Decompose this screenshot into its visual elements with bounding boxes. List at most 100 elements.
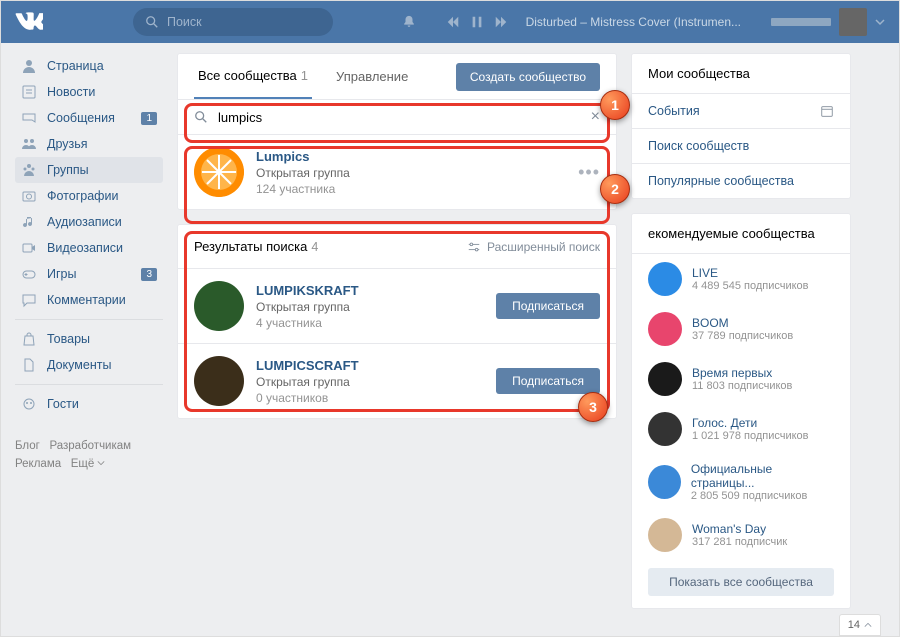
- sidebar-item-label: Сообщения: [47, 111, 115, 125]
- subscribe-button[interactable]: Подписаться: [496, 368, 600, 394]
- rec-item[interactable]: Официальные страницы... 2 805 509 подпис…: [632, 454, 850, 510]
- message-icon: [21, 110, 37, 126]
- sidebar-item-label: Новости: [47, 85, 95, 99]
- advanced-search-link[interactable]: Расширенный поиск: [467, 240, 600, 254]
- prev-icon[interactable]: [446, 15, 460, 29]
- rec-name: LIVE: [692, 266, 809, 280]
- bell-icon[interactable]: [402, 15, 416, 29]
- rec-item[interactable]: Голос. Дети 1 021 978 подписчиков: [632, 404, 850, 454]
- user-menu[interactable]: [771, 8, 885, 36]
- tab-manage[interactable]: Управление: [332, 54, 412, 99]
- aside-title: екомендуемые сообщества: [632, 214, 850, 254]
- rec-sub: 37 789 подписчиков: [692, 330, 793, 342]
- sidebar-item-news[interactable]: Новости: [15, 79, 163, 105]
- community-info: LUMPIKSKRAFT Открытая группа 4 участника: [256, 283, 484, 330]
- header-search[interactable]: Поиск: [133, 8, 333, 36]
- rec-avatar: [648, 412, 682, 446]
- community-avatar[interactable]: [194, 356, 244, 406]
- pill-count: 14: [848, 619, 860, 631]
- rec-item[interactable]: Время первых 11 803 подписчиков: [632, 354, 850, 404]
- community-name[interactable]: LUMPICSCRAFT: [256, 358, 484, 373]
- create-community-button[interactable]: Создать сообщество: [456, 63, 600, 91]
- subscribe-button[interactable]: Подписаться: [496, 293, 600, 319]
- sidebar-item-photos[interactable]: Фотографии: [15, 183, 163, 209]
- community-type: Открытая группа: [256, 166, 566, 180]
- games-icon: [21, 266, 37, 282]
- aside-link-events[interactable]: События: [632, 94, 850, 128]
- audio-icon: [21, 214, 37, 230]
- header-search-placeholder: Поиск: [167, 15, 202, 29]
- tabs: Все сообщества1 Управление Создать сообщ…: [178, 54, 616, 100]
- sidebar-item-messages[interactable]: Сообщения 1: [15, 105, 163, 131]
- footer-link[interactable]: Блог: [15, 440, 40, 452]
- more-icon[interactable]: •••: [578, 162, 600, 183]
- result-row: LUMPICSCRAFT Открытая группа 0 участнико…: [178, 343, 616, 418]
- sidebar-item-games[interactable]: Игры3: [15, 261, 163, 287]
- footer-link[interactable]: Реклама: [15, 458, 61, 470]
- rec-sub: 11 803 подписчиков: [692, 380, 792, 392]
- rec-sub: 4 489 545 подписчиков: [692, 280, 809, 292]
- bottom-bar: 14: [839, 614, 881, 636]
- rec-item[interactable]: LIVE 4 489 545 подписчиков: [632, 254, 850, 304]
- footer-link[interactable]: Ещё: [71, 458, 95, 470]
- sidebar-item-groups[interactable]: Группы: [15, 157, 163, 183]
- link-label: События: [648, 104, 700, 118]
- rec-sub: 2 805 509 подписчиков: [691, 490, 834, 502]
- community-info: LUMPICSCRAFT Открытая группа 0 участнико…: [256, 358, 484, 405]
- community-avatar[interactable]: [194, 281, 244, 331]
- advanced-label: Расширенный поиск: [487, 240, 600, 254]
- community-name[interactable]: Lumpics: [256, 149, 566, 164]
- search-icon: [194, 110, 208, 124]
- next-icon[interactable]: [494, 15, 508, 29]
- sidebar-item-video[interactable]: Видеозаписи: [15, 235, 163, 261]
- sidebar-item-page[interactable]: Страница: [15, 53, 163, 79]
- rec-sub: 1 021 978 подписчиков: [692, 430, 809, 442]
- vk-logo[interactable]: [15, 8, 43, 36]
- sidebar-item-market[interactable]: Товары: [15, 326, 163, 352]
- results-header: Результаты поиска 4 Расширенный поиск: [178, 225, 616, 269]
- sidebar-item-docs[interactable]: Документы: [15, 352, 163, 378]
- rec-item[interactable]: BOOM 37 789 подписчиков: [632, 304, 850, 354]
- comments-icon: [21, 292, 37, 308]
- rec-name: BOOM: [692, 316, 793, 330]
- sidebar-item-label: Гости: [47, 397, 79, 411]
- aside-link-popular[interactable]: Популярные сообщества: [632, 163, 850, 198]
- username-placeholder: [771, 18, 831, 26]
- sidebar-item-audio[interactable]: Аудиозаписи: [15, 209, 163, 235]
- recommended-panel: екомендуемые сообщества LIVE 4 489 545 п…: [631, 213, 851, 609]
- community-row[interactable]: Lumpics Открытая группа 124 участника ••…: [178, 135, 616, 209]
- song-title[interactable]: Disturbed – Mistress Cover (Instrumen...: [526, 15, 741, 29]
- community-avatar: [194, 147, 244, 197]
- aside: Мои сообщества События Поиск сообществ П…: [631, 53, 851, 626]
- sidebar-item-guests[interactable]: Гости: [15, 391, 163, 417]
- sidebar-item-label: Группы: [47, 163, 89, 177]
- friends-icon: [21, 136, 37, 152]
- aside-link-search[interactable]: Поиск сообществ: [632, 128, 850, 163]
- clear-icon[interactable]: ×: [591, 108, 600, 126]
- avatar: [839, 8, 867, 36]
- sidebar-footer: Блог Разработчикам Реклама Ещё: [15, 437, 163, 473]
- notifications-pill[interactable]: 14: [839, 614, 881, 636]
- chevron-down-icon: [875, 17, 885, 27]
- my-communities-panel: Мои сообщества События Поиск сообществ П…: [631, 53, 851, 199]
- header: Поиск Disturbed – Mistress Cover (Instru…: [1, 1, 899, 43]
- sidebar-item-label: Страница: [47, 59, 104, 73]
- community-type: Открытая группа: [256, 375, 484, 389]
- pause-icon[interactable]: [470, 15, 484, 29]
- show-all-button[interactable]: Показать все сообщества: [648, 568, 834, 596]
- sidebar-item-comments[interactable]: Комментарии: [15, 287, 163, 313]
- rec-item[interactable]: Woman's Day 317 281 подписчик: [632, 510, 850, 560]
- community-info: Lumpics Открытая группа 124 участника: [256, 149, 566, 196]
- badge: 1: [141, 112, 157, 125]
- footer-link[interactable]: Разработчикам: [49, 440, 131, 452]
- sidebar-item-label: Документы: [47, 358, 111, 372]
- docs-icon: [21, 357, 37, 373]
- rec-name: Woman's Day: [692, 522, 787, 536]
- sidebar-item-friends[interactable]: Друзья: [15, 131, 163, 157]
- community-search-input[interactable]: [218, 110, 581, 125]
- community-name[interactable]: LUMPIKSKRAFT: [256, 283, 484, 298]
- tab-all[interactable]: Все сообщества1: [194, 54, 312, 99]
- rec-avatar: [648, 465, 681, 499]
- rec-avatar: [648, 362, 682, 396]
- aside-title: Мои сообщества: [632, 54, 850, 94]
